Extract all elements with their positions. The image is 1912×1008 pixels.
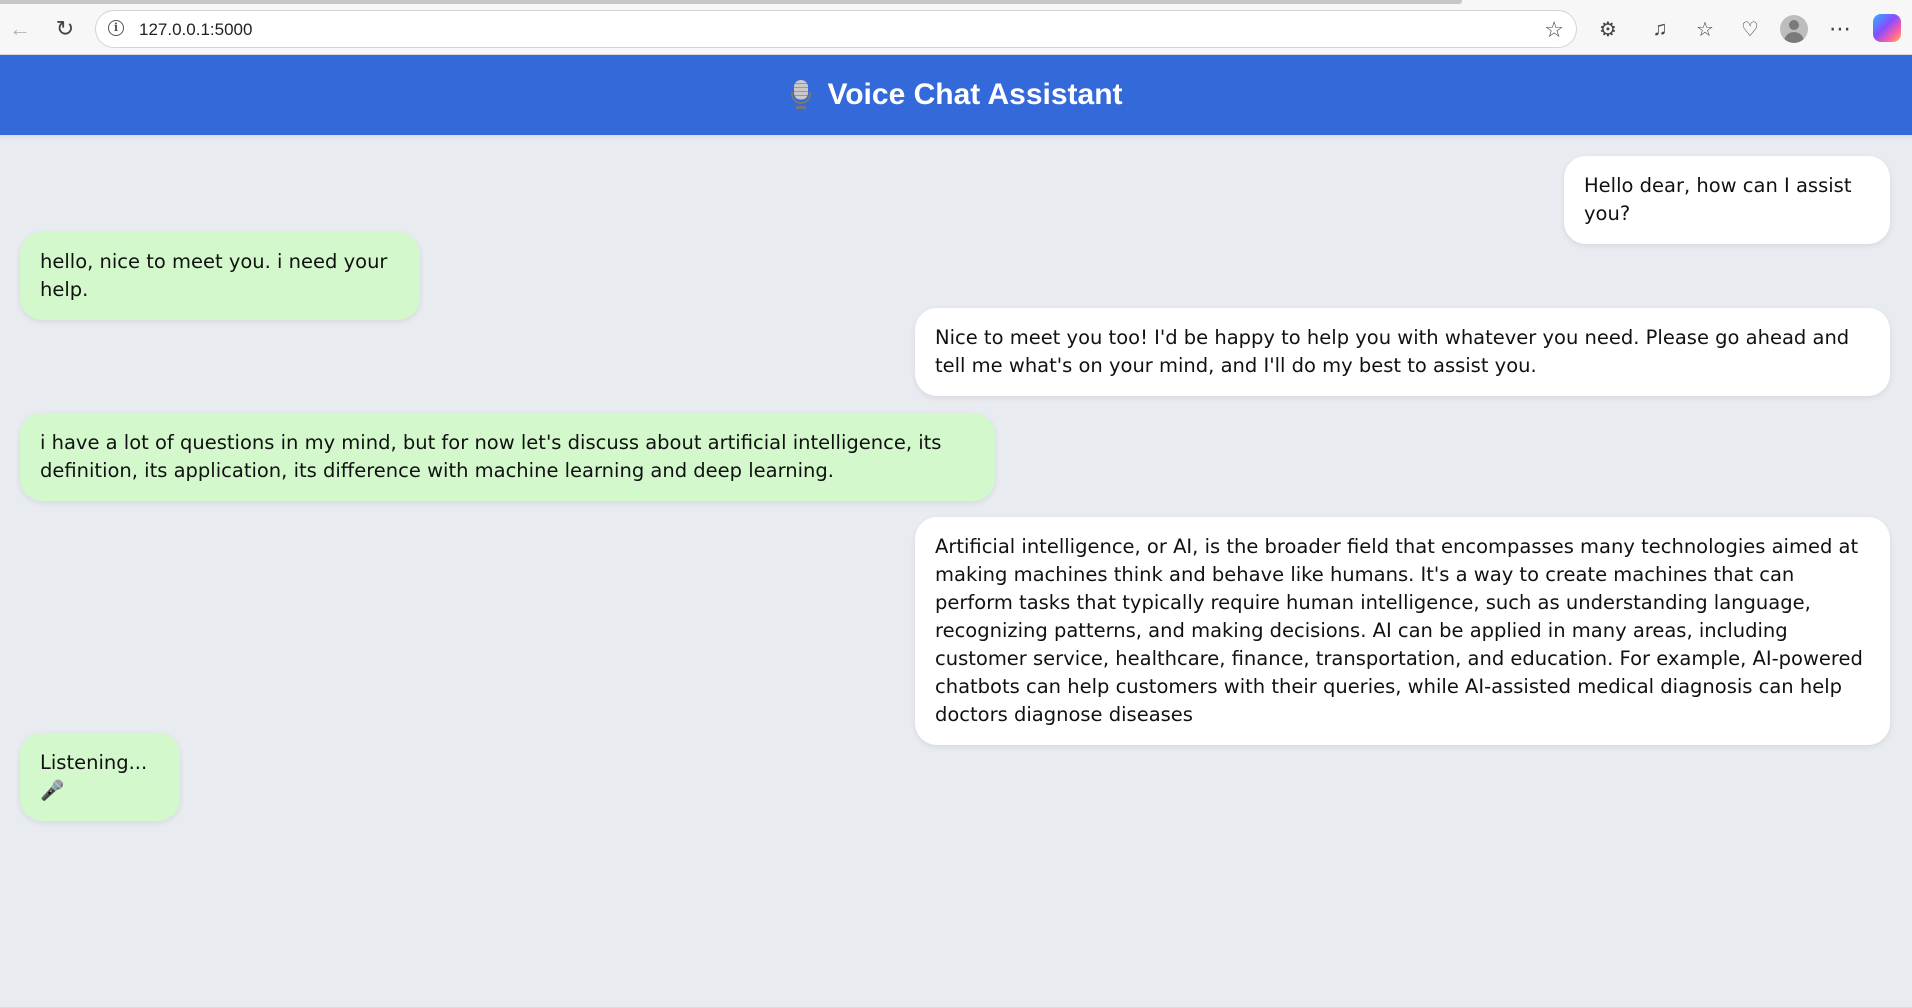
star-icon[interactable]: ☆	[1544, 17, 1564, 43]
info-icon[interactable]: i	[108, 20, 124, 36]
copilot-icon[interactable]	[1873, 14, 1901, 42]
back-arrow-icon[interactable]: ←	[5, 14, 35, 44]
health-icon[interactable]: ♡	[1735, 14, 1765, 44]
extensions-icon[interactable]: ⚙	[1593, 14, 1623, 44]
listening-indicator: Listening...🎤	[20, 733, 180, 821]
reload-icon[interactable]: ↻	[50, 14, 80, 44]
bot-message: Artificial intelligence, or AI, is the b…	[915, 517, 1890, 745]
user-message: i have a lot of questions in my mind, bu…	[20, 413, 995, 501]
media-icon[interactable]: ♫	[1645, 14, 1675, 44]
tab-strip-edge	[0, 0, 1462, 4]
favorites-icon[interactable]: ☆	[1690, 14, 1720, 44]
app-header: Voice Chat Assistant	[0, 55, 1912, 135]
url-text: 127.0.0.1:5000	[139, 20, 253, 39]
browser-toolbar: ← ↻ i 127.0.0.1:5000 ☆ ⚙ ♫ ☆ ♡ ⋯	[0, 0, 1912, 55]
app-title: Voice Chat Assistant	[827, 78, 1123, 111]
bot-message: Hello dear, how can I assist you?	[1564, 156, 1890, 244]
chat-container: Hello dear, how can I assist you? hello,…	[0, 135, 1912, 1008]
profile-icon[interactable]	[1780, 15, 1808, 43]
studio-microphone-icon	[789, 80, 813, 110]
bot-message: Nice to meet you too! I'd be happy to he…	[915, 308, 1890, 396]
address-bar[interactable]: i 127.0.0.1:5000 ☆	[95, 10, 1577, 48]
more-icon[interactable]: ⋯	[1825, 14, 1855, 44]
user-message: hello, nice to meet you. i need your hel…	[20, 232, 420, 320]
